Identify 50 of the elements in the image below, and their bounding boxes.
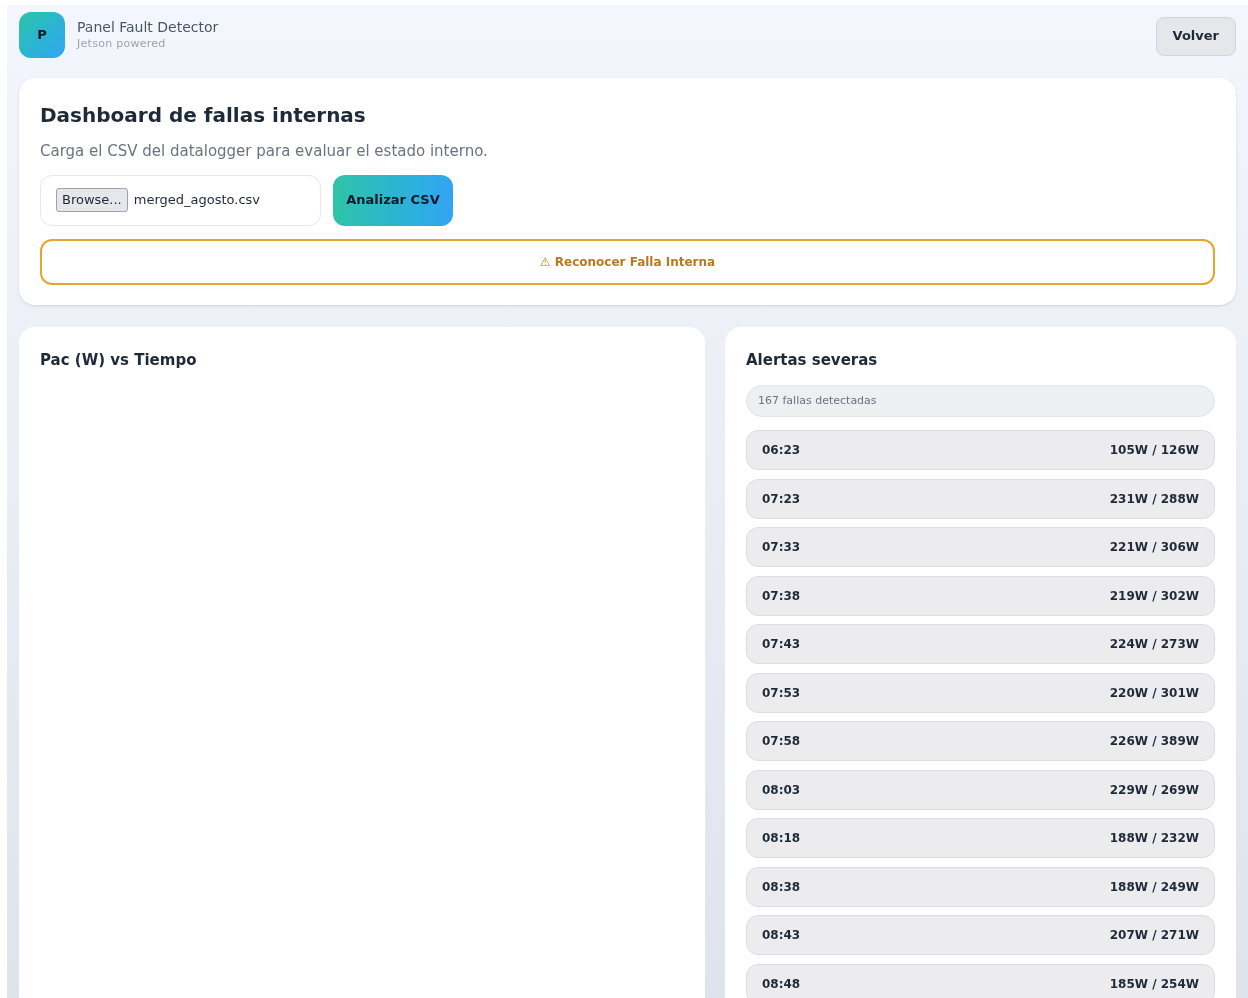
alert-row[interactable]: 08:18 188W / 232W: [746, 818, 1215, 858]
alert-power: 185W / 254W: [1109, 975, 1199, 993]
alert-power: 224W / 273W: [1109, 636, 1199, 653]
browse-button[interactable]: Browse...: [56, 188, 128, 212]
alert-power: 226W / 389W: [1109, 733, 1199, 750]
alert-time: 08:38: [762, 878, 801, 896]
alert-row[interactable]: 07:33 221W / 306W: [746, 527, 1215, 567]
alert-row[interactable]: 08:38 188W / 249W: [746, 866, 1215, 907]
alert-time: 07:23: [762, 490, 801, 508]
alert-row[interactable]: 07:58 226W / 389W: [746, 721, 1215, 761]
alert-power: 207W / 271W: [1109, 927, 1199, 944]
alert-time: 08:18: [762, 830, 801, 847]
alert-row[interactable]: 08:48 185W / 254W: [746, 963, 1215, 998]
alert-time: 07:33: [762, 539, 801, 556]
file-input[interactable]: Browse... merged_agosto.csv: [40, 174, 321, 226]
alert-power: 221W / 306W: [1109, 539, 1199, 556]
alert-row[interactable]: 07:23 231W / 288W: [746, 478, 1215, 519]
alert-time: 08:48: [762, 975, 801, 993]
alert-power: 220W / 301W: [1109, 684, 1199, 702]
fault-count: 167 fallas detectadas: [746, 385, 1215, 417]
alert-power: 105W / 126W: [1109, 442, 1199, 459]
alert-time: 07:43: [762, 636, 801, 653]
alert-power: 219W / 302W: [1109, 587, 1199, 605]
alert-row[interactable]: 07:53 220W / 301W: [746, 672, 1215, 713]
alert-power: 231W / 288W: [1109, 490, 1199, 508]
dashboard-title: Dashboard de fallas internas: [40, 102, 367, 129]
alert-row[interactable]: 08:03 229W / 269W: [746, 769, 1215, 810]
file-name: merged_agosto.csv: [133, 191, 261, 210]
alert-time: 08:43: [762, 927, 801, 944]
alert-row[interactable]: 08:43 207W / 271W: [746, 915, 1215, 955]
alert-time: 07:53: [762, 684, 801, 702]
recognize-fault-button[interactable]: ⚠ Reconocer Falla Interna: [40, 238, 1215, 285]
app-title: Panel Fault Detector: [77, 17, 219, 36]
alert-power: 188W / 232W: [1109, 830, 1199, 847]
alerts-title: Alertas severas: [746, 349, 879, 371]
alert-row[interactable]: 06:23 105W / 126W: [746, 430, 1215, 470]
alert-row[interactable]: 07:43 224W / 273W: [746, 624, 1215, 664]
alert-row[interactable]: 07:38 219W / 302W: [746, 575, 1215, 616]
logo-badge: P: [19, 12, 65, 58]
alert-power: 188W / 249W: [1109, 878, 1199, 896]
chart-title: Pac (W) vs Tiempo: [40, 349, 198, 371]
alert-time: 07:58: [762, 733, 801, 750]
alert-time: 06:23: [762, 442, 801, 459]
app-subtitle: Jetson powered: [77, 35, 167, 52]
alert-time: 08:03: [762, 781, 801, 799]
dashboard-description: Carga el CSV del datalogger para evaluar el estado interno.: [40, 141, 489, 162]
analyze-button[interactable]: Analizar CSV: [333, 174, 453, 226]
alert-time: 07:38: [762, 587, 801, 605]
alert-power: 229W / 269W: [1109, 781, 1199, 799]
back-button[interactable]: Volver: [1155, 16, 1236, 56]
